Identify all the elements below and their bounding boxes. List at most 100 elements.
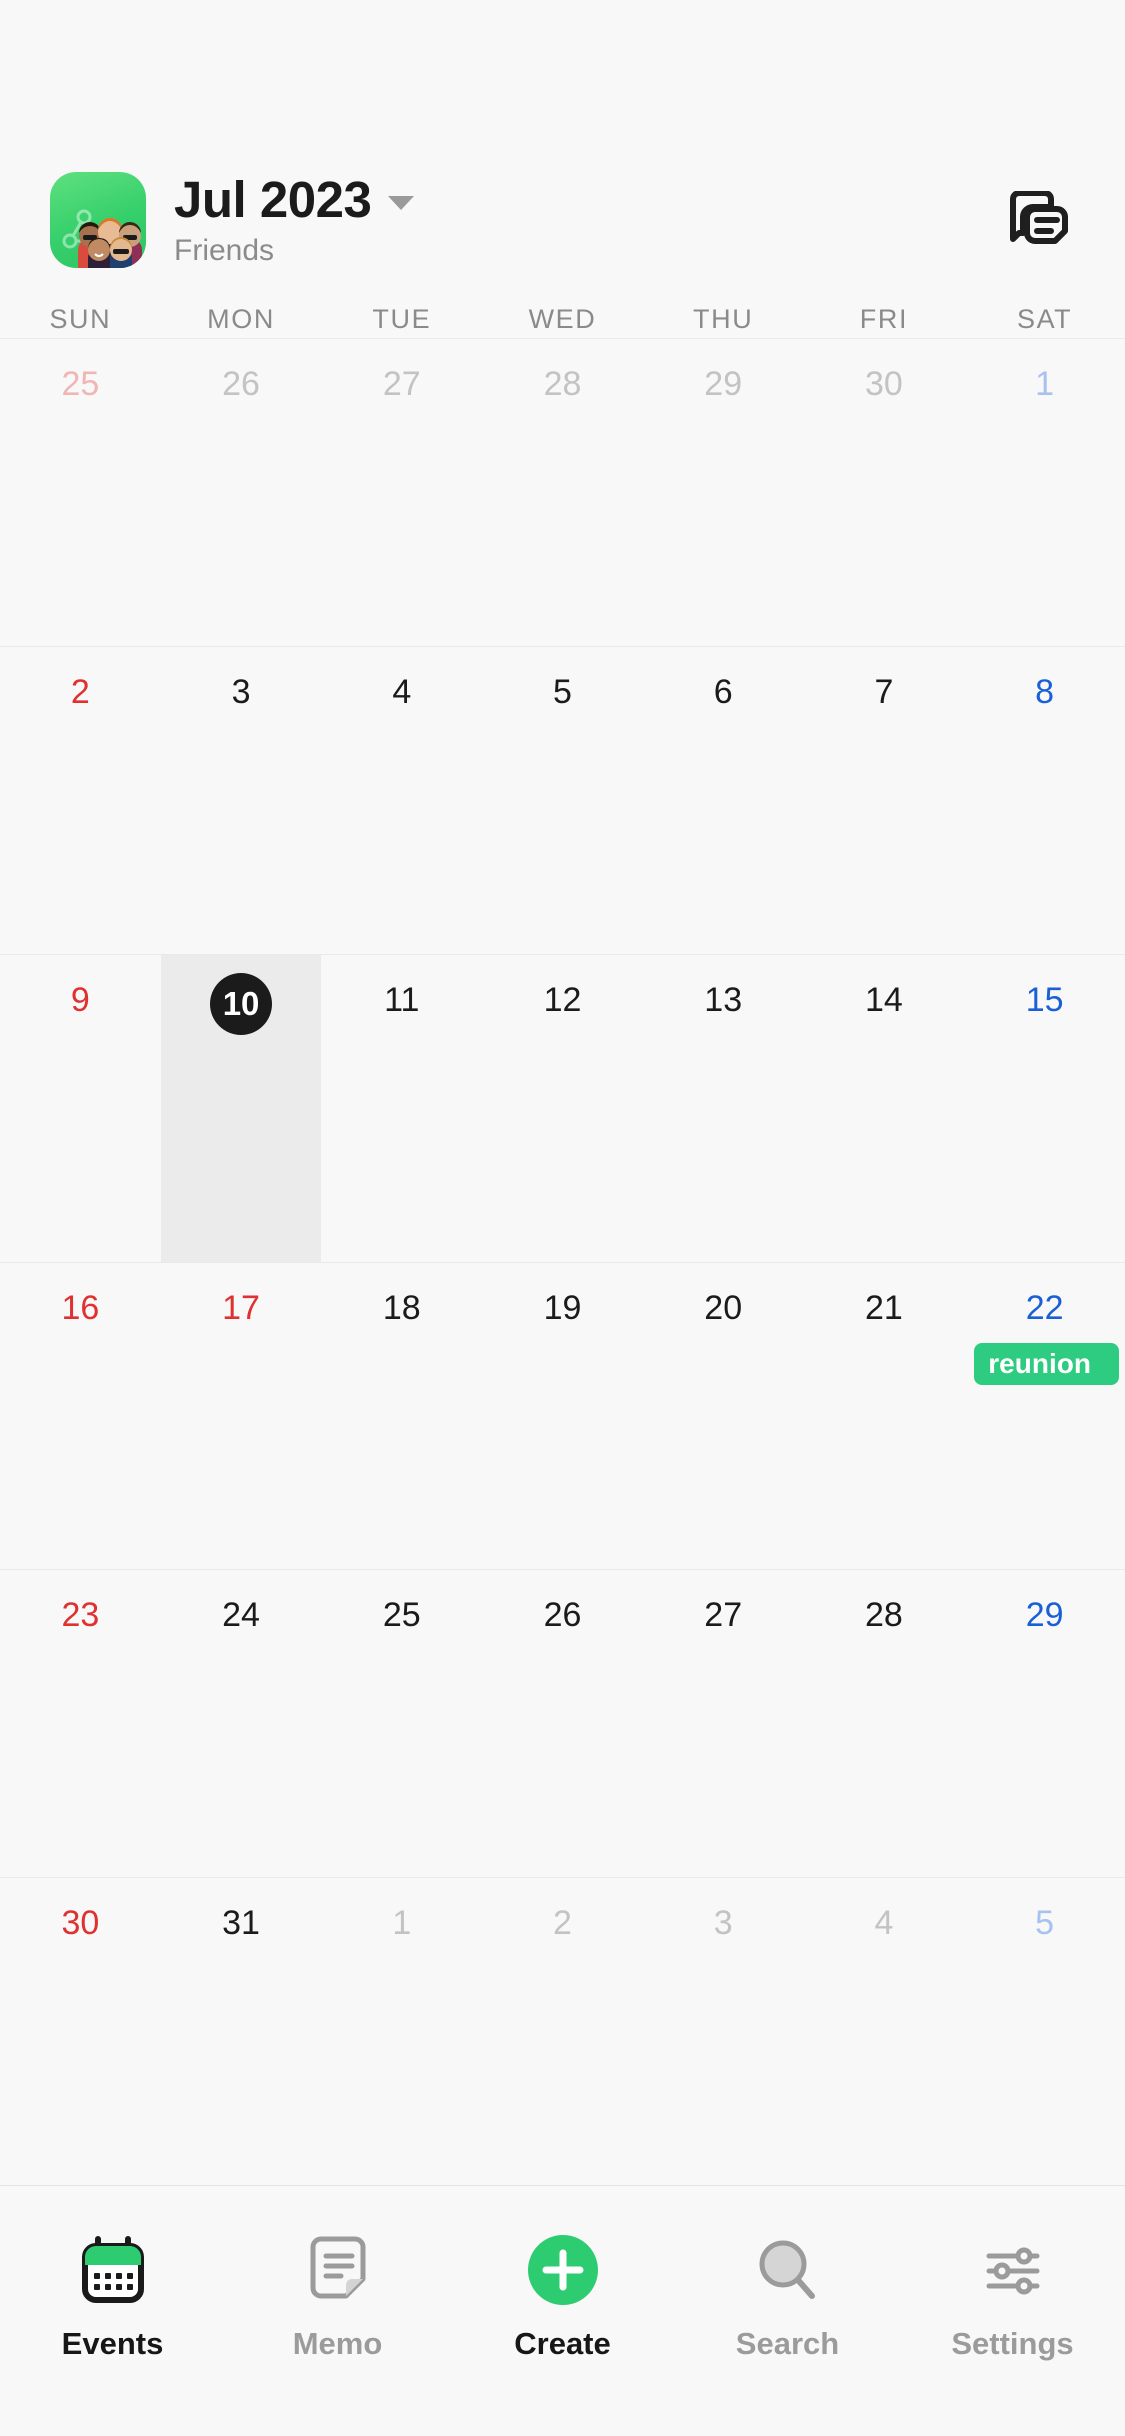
calendar-day-cell[interactable]: 26	[161, 339, 322, 646]
event-chip[interactable]: reunion	[974, 1342, 1119, 1385]
calendar-day-cell[interactable]: 16	[0, 1263, 161, 1570]
calendar-day-cell[interactable]: 13	[643, 955, 804, 1262]
calendar-day-cell[interactable]: 31	[161, 1878, 322, 2185]
calendar-day-cell[interactable]: 8	[964, 647, 1125, 954]
weekday-label-thu: THU	[693, 303, 754, 334]
calendar-day-cell[interactable]: 5	[964, 1878, 1125, 2185]
calendar-day-cell[interactable]: 11	[321, 955, 482, 1262]
weekday-label-mon: MON	[207, 303, 275, 334]
tab-label-memo: Memo	[292, 2326, 383, 2361]
tab-create[interactable]: Create	[450, 2222, 675, 2436]
calendar-day-number: 4	[392, 672, 412, 711]
notes-stack-button[interactable]	[995, 177, 1081, 263]
calendar-day-cell[interactable]: 1	[321, 1878, 482, 2185]
calendar-day-cell[interactable]: 2	[0, 647, 161, 954]
calendar-day-cell[interactable]: 4	[804, 1878, 965, 2185]
calendar-day-number: 17	[222, 1288, 260, 1327]
calendar-day-cell[interactable]: 9	[0, 955, 161, 1262]
tab-events[interactable]: Events	[0, 2222, 225, 2436]
calendar-day-number: 16	[61, 1288, 100, 1327]
calendar-day-cell[interactable]: 22 reunion	[964, 1263, 1125, 1570]
calendar-day-cell[interactable]: 18	[321, 1263, 482, 1570]
calendar-icon	[76, 2222, 150, 2308]
plus-circle-icon	[525, 2222, 601, 2308]
calendar-week-row: 23 24 25 26 27 28 29	[0, 1569, 1125, 1877]
calendar-day-number: 3	[231, 672, 251, 711]
calendar-day-cell[interactable]: 10	[160, 954, 322, 1262]
calendar-day-number: 24	[222, 1596, 260, 1635]
calendar-day-cell[interactable]: 27	[321, 339, 482, 646]
calendar-day-cell[interactable]: 12	[482, 955, 643, 1262]
calendar-day-number: 29	[1025, 1596, 1064, 1635]
calendar-day-cell[interactable]: 5	[482, 647, 643, 954]
calendar-day-cell[interactable]: 25	[0, 339, 161, 646]
calendar-day-cell[interactable]: 30	[0, 1878, 161, 2185]
calendar-day-cell[interactable]: 24	[161, 1570, 322, 1877]
calendar-day-number: 7	[874, 672, 894, 711]
calendar-day-number: 11	[384, 980, 420, 1019]
weekday-label-fri: FRI	[859, 303, 909, 334]
calendar-week-row: 9 10 11 12 13 14 15	[0, 953, 1125, 1262]
calendar-day-cell[interactable]: 28	[804, 1570, 965, 1877]
calendar-day-number: 14	[865, 980, 903, 1019]
tab-search[interactable]: Search	[675, 2222, 900, 2436]
calendar-day-number: 23	[61, 1596, 100, 1635]
app-header: Jul 2023 Friends	[0, 150, 1125, 290]
calendar-day-number: 27	[382, 365, 421, 403]
calendar-day-number: 5	[1035, 1904, 1055, 1943]
calendar-day-number: 25	[61, 365, 100, 403]
month-title-row[interactable]: Jul 2023	[174, 173, 415, 227]
friends-group-icon[interactable]	[50, 172, 146, 268]
calendar-day-number: 30	[61, 1904, 100, 1943]
calendar-app-screen: Jul 2023 Friends SUN MON TUE WED THU FRI…	[0, 0, 1125, 2436]
calendar-day-number: 2	[70, 672, 90, 711]
calendar-subtitle: Friends	[174, 234, 275, 268]
calendar-day-cell[interactable]: 21	[804, 1263, 965, 1570]
calendar-day-number: 28	[865, 1596, 903, 1635]
calendar-day-number: 29	[704, 365, 743, 403]
calendar-day-number: 5	[553, 672, 572, 711]
calendar-day-cell[interactable]: 23	[0, 1570, 161, 1877]
calendar-day-cell[interactable]: 15	[964, 955, 1125, 1262]
calendar-day-cell[interactable]: 3	[161, 647, 322, 954]
calendar-day-cell[interactable]: 3	[643, 1878, 804, 2185]
calendar-day-number: 30	[865, 365, 903, 403]
weekday-header-row: SUN MON TUE WED THU FRI SAT	[0, 300, 1125, 338]
tab-label-events: Events	[61, 2326, 164, 2361]
calendar-day-cell[interactable]: 20	[643, 1263, 804, 1570]
calendar-day-cell[interactable]: 30	[804, 339, 965, 646]
calendar-day-cell[interactable]: 27	[643, 1570, 804, 1877]
calendar-grid[interactable]: 25 26 27 28 29 30 1 2 3 4 5 6 7 8 9 10 11 12 13 14 15 16 17 18 1…	[0, 338, 1125, 2185]
day-event-list: reunion	[964, 1342, 1125, 1385]
chevron-down-icon[interactable]	[388, 196, 415, 211]
calendar-day-cell[interactable]: 14	[804, 955, 965, 1262]
calendar-day-cell[interactable]: 4	[321, 647, 482, 954]
tab-settings[interactable]: Settings	[900, 2222, 1125, 2436]
calendar-day-number: 10	[210, 972, 273, 1035]
calendar-day-cell[interactable]: 6	[643, 647, 804, 954]
bottom-tab-bar[interactable]: Events Memo Create Search Settings	[0, 2185, 1125, 2436]
calendar-day-number: 26	[222, 365, 260, 403]
calendar-day-cell[interactable]: 29	[643, 339, 804, 646]
calendar-day-cell[interactable]: 1	[964, 339, 1125, 646]
calendar-day-cell[interactable]: 25	[321, 1570, 482, 1877]
calendar-day-cell[interactable]: 2	[482, 1878, 643, 2185]
calendar-day-cell[interactable]: 28	[482, 339, 643, 646]
calendar-week-row: 30 31 1 2 3 4 5	[0, 1877, 1125, 2185]
calendar-week-row: 2 3 4 5 6 7 8	[0, 645, 1125, 954]
tab-memo[interactable]: Memo	[225, 2222, 450, 2436]
calendar-day-cell[interactable]: 7	[804, 647, 965, 954]
sliders-icon	[977, 2222, 1049, 2308]
calendar-day-number: 20	[704, 1288, 743, 1327]
calendar-day-number: 1	[392, 1904, 412, 1943]
calendar-day-number: 15	[1025, 980, 1064, 1019]
calendar-day-cell[interactable]: 17	[161, 1263, 322, 1570]
calendar-week-row: 25 26 27 28 29 30 1	[0, 338, 1125, 646]
calendar-day-cell[interactable]: 29	[964, 1570, 1125, 1877]
calendar-day-cell[interactable]: 26	[482, 1570, 643, 1877]
calendar-day-number: 26	[543, 1596, 582, 1635]
month-title-block[interactable]: Jul 2023 Friends	[174, 173, 415, 268]
weekday-label-wed: WED	[528, 303, 597, 334]
calendar-day-number: 27	[704, 1596, 743, 1635]
calendar-day-cell[interactable]: 19	[482, 1263, 643, 1570]
